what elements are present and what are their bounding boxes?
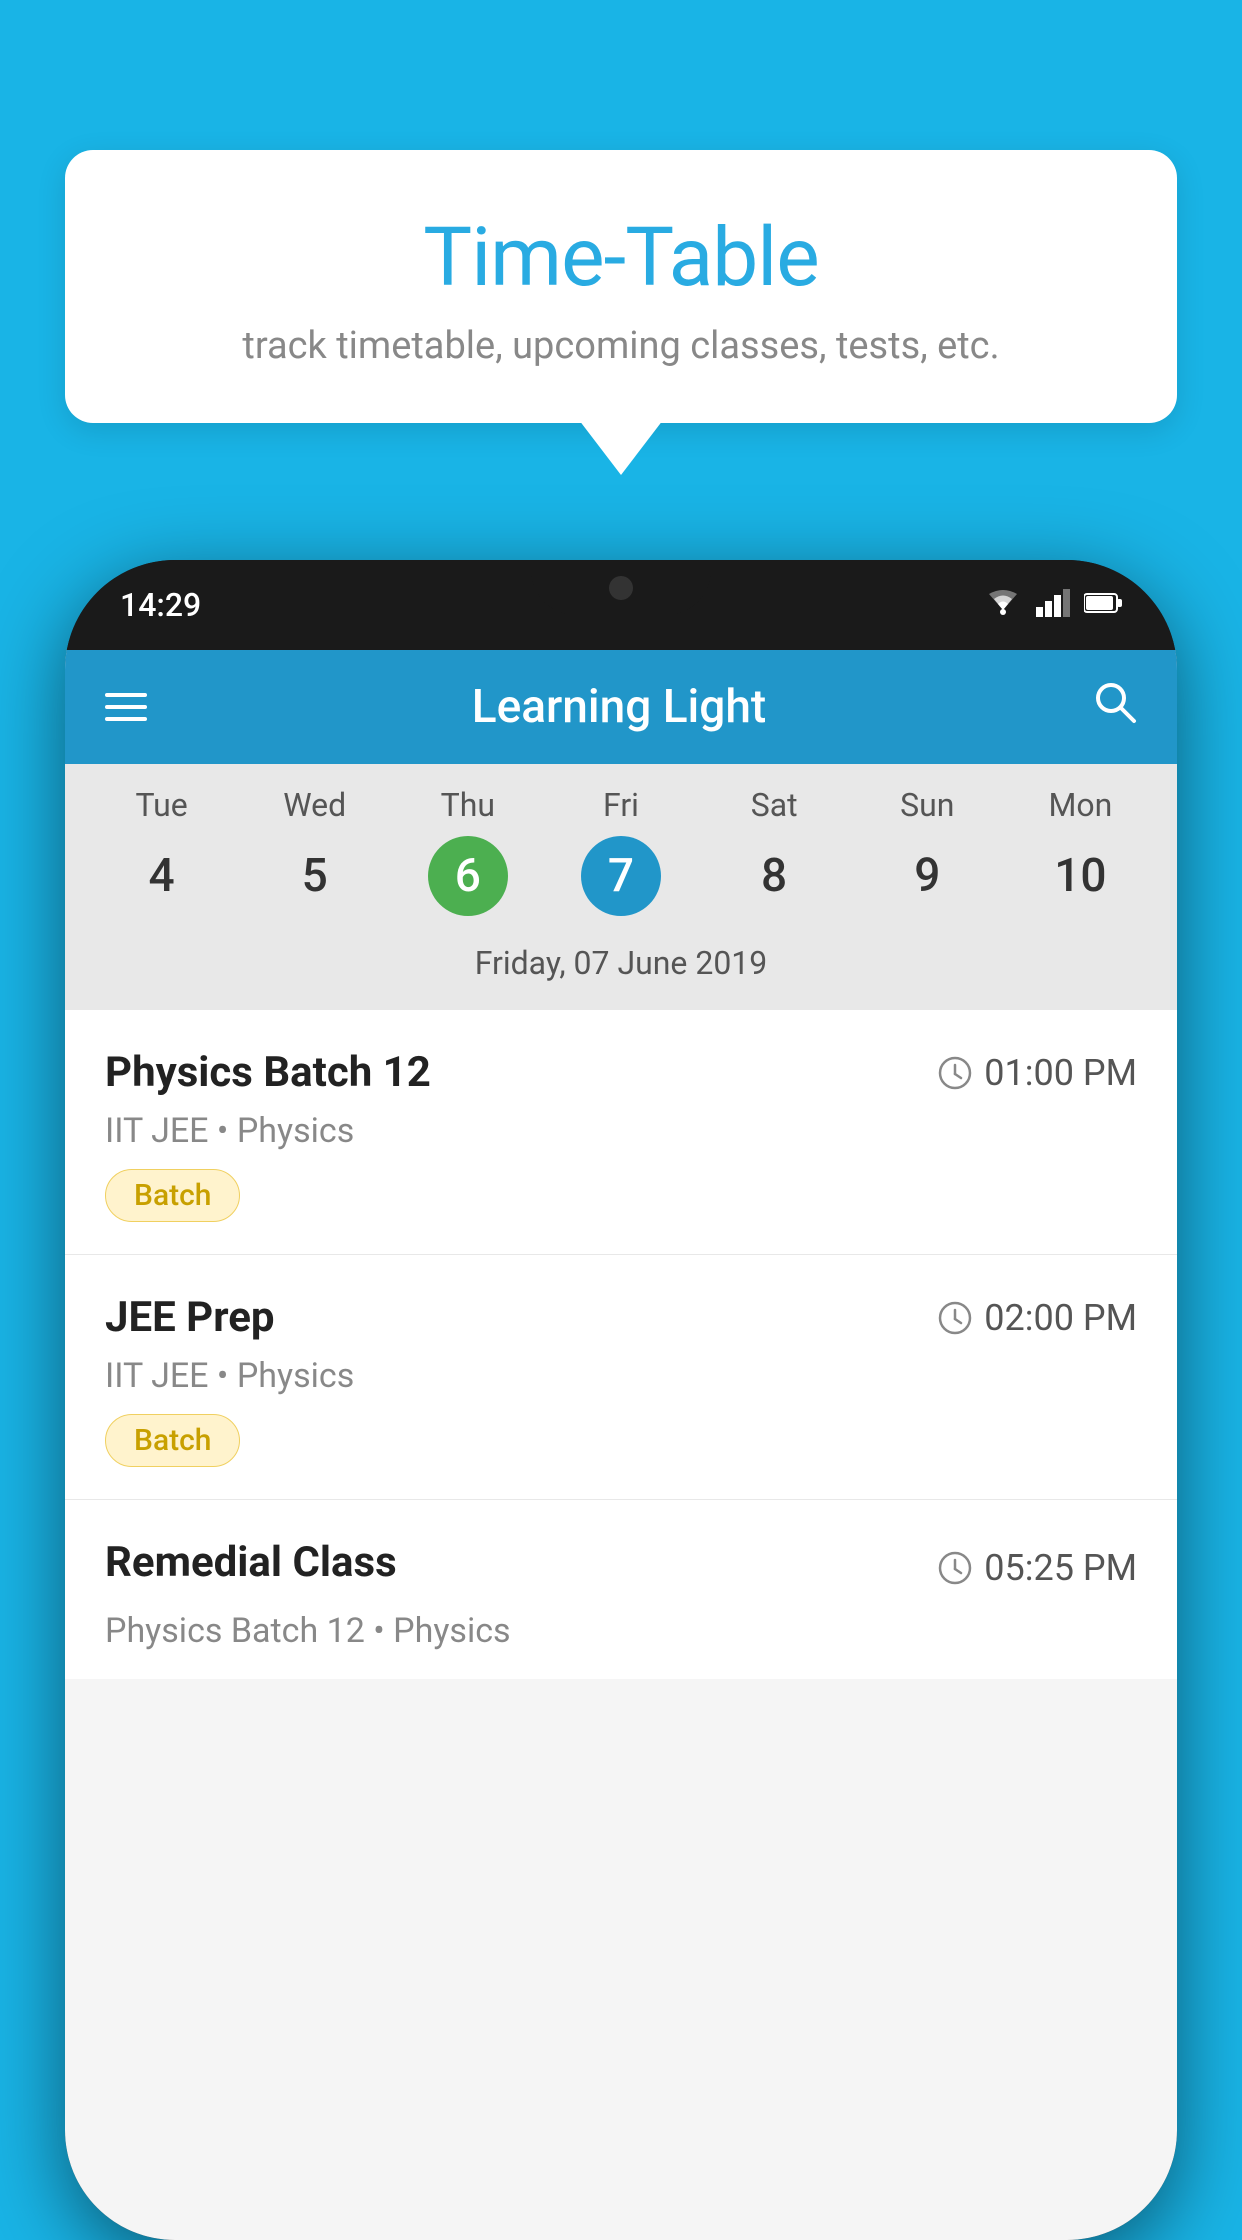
day-number[interactable]: 10 bbox=[1040, 836, 1120, 916]
class-item[interactable]: Remedial Class 05:25 PM Physics Batch 12 … bbox=[65, 1500, 1177, 1679]
search-icon[interactable] bbox=[1091, 678, 1137, 736]
bubble-subtitle: track timetable, upcoming classes, tests… bbox=[115, 324, 1127, 368]
class-item-header: Remedial Class 05:25 PM bbox=[105, 1538, 1137, 1597]
class-item[interactable]: JEE Prep 02:00 PM IIT JEE • Physics Batch bbox=[65, 1255, 1177, 1500]
clock-icon bbox=[938, 1551, 972, 1585]
speech-bubble: Time-Table track timetable, upcoming cla… bbox=[65, 150, 1177, 423]
days-row: Tue 4 Wed 5 Thu 6 Fri 7 Sat 8 Sun 9 Mon 10 bbox=[65, 786, 1177, 916]
class-subtitle: IIT JEE • Physics bbox=[105, 1111, 1137, 1151]
day-number[interactable]: 9 bbox=[887, 836, 967, 916]
calendar-strip: Tue 4 Wed 5 Thu 6 Fri 7 Sat 8 Sun 9 Mon 10 Friday, 07… bbox=[65, 764, 1177, 1010]
day-number[interactable]: 6 bbox=[428, 836, 508, 916]
day-name: Mon bbox=[1048, 786, 1112, 824]
class-time: 05:25 PM bbox=[938, 1547, 1137, 1589]
app-title: Learning Light bbox=[472, 680, 767, 734]
status-time: 14:29 bbox=[120, 586, 201, 624]
time-text: 02:00 PM bbox=[984, 1297, 1137, 1339]
status-icons bbox=[984, 588, 1122, 623]
class-subtitle: Physics Batch 12 • Physics bbox=[105, 1611, 1137, 1651]
day-number[interactable]: 7 bbox=[581, 836, 661, 916]
clock-icon bbox=[938, 1056, 972, 1090]
camera-dot bbox=[609, 576, 633, 600]
phone-frame: 14:29 bbox=[65, 560, 1177, 2240]
class-item[interactable]: Physics Batch 12 01:00 PM IIT JEE • Physi… bbox=[65, 1010, 1177, 1255]
clock-icon bbox=[938, 1301, 972, 1335]
day-name: Tue bbox=[135, 786, 187, 824]
day-number[interactable]: 8 bbox=[734, 836, 814, 916]
calendar-day[interactable]: Mon 10 bbox=[1020, 786, 1140, 916]
phone-screen: Learning Light Tue4Wed5Thu6Fri7Sat8Sun9M… bbox=[65, 650, 1177, 2240]
calendar-day[interactable]: Thu 6 bbox=[408, 786, 528, 916]
speech-bubble-container: Time-Table track timetable, upcoming cla… bbox=[65, 150, 1177, 423]
calendar-day[interactable]: Sat 8 bbox=[714, 786, 834, 916]
class-name: Physics Batch 12 bbox=[105, 1048, 431, 1097]
day-number[interactable]: 4 bbox=[122, 836, 202, 916]
class-item-header: Physics Batch 12 01:00 PM bbox=[105, 1048, 1137, 1097]
class-name: JEE Prep bbox=[105, 1293, 275, 1342]
calendar-day[interactable]: Fri 7 bbox=[561, 786, 681, 916]
time-text: 05:25 PM bbox=[984, 1547, 1137, 1589]
time-text: 01:00 PM bbox=[984, 1052, 1137, 1094]
day-name: Thu bbox=[441, 786, 495, 824]
day-name: Sat bbox=[751, 786, 798, 824]
class-name: Remedial Class bbox=[105, 1538, 397, 1587]
calendar-day[interactable]: Wed 5 bbox=[255, 786, 375, 916]
batch-tag: Batch bbox=[105, 1414, 240, 1467]
selected-date-label: Friday, 07 June 2019 bbox=[65, 930, 1177, 1000]
phone-notch bbox=[531, 560, 711, 615]
day-name: Sun bbox=[900, 786, 954, 824]
signal-icon bbox=[1036, 589, 1070, 621]
class-time: 02:00 PM bbox=[938, 1297, 1137, 1339]
battery-icon bbox=[1084, 592, 1122, 618]
calendar-day[interactable]: Sun 9 bbox=[867, 786, 987, 916]
day-name: Wed bbox=[283, 786, 346, 824]
class-time: 01:00 PM bbox=[938, 1052, 1137, 1094]
calendar-day[interactable]: Tue 4 bbox=[102, 786, 222, 916]
day-name: Fri bbox=[603, 786, 639, 824]
wifi-icon bbox=[984, 588, 1022, 623]
batch-tag: Batch bbox=[105, 1169, 240, 1222]
status-bar: 14:29 bbox=[65, 560, 1177, 650]
day-number[interactable]: 5 bbox=[275, 836, 355, 916]
menu-icon[interactable] bbox=[105, 693, 147, 721]
bubble-title: Time-Table bbox=[115, 210, 1127, 306]
class-item-header: JEE Prep 02:00 PM bbox=[105, 1293, 1137, 1342]
class-subtitle: IIT JEE • Physics bbox=[105, 1356, 1137, 1396]
app-header: Learning Light bbox=[65, 650, 1177, 764]
class-list: Physics Batch 12 01:00 PM IIT JEE • Physi… bbox=[65, 1010, 1177, 1679]
